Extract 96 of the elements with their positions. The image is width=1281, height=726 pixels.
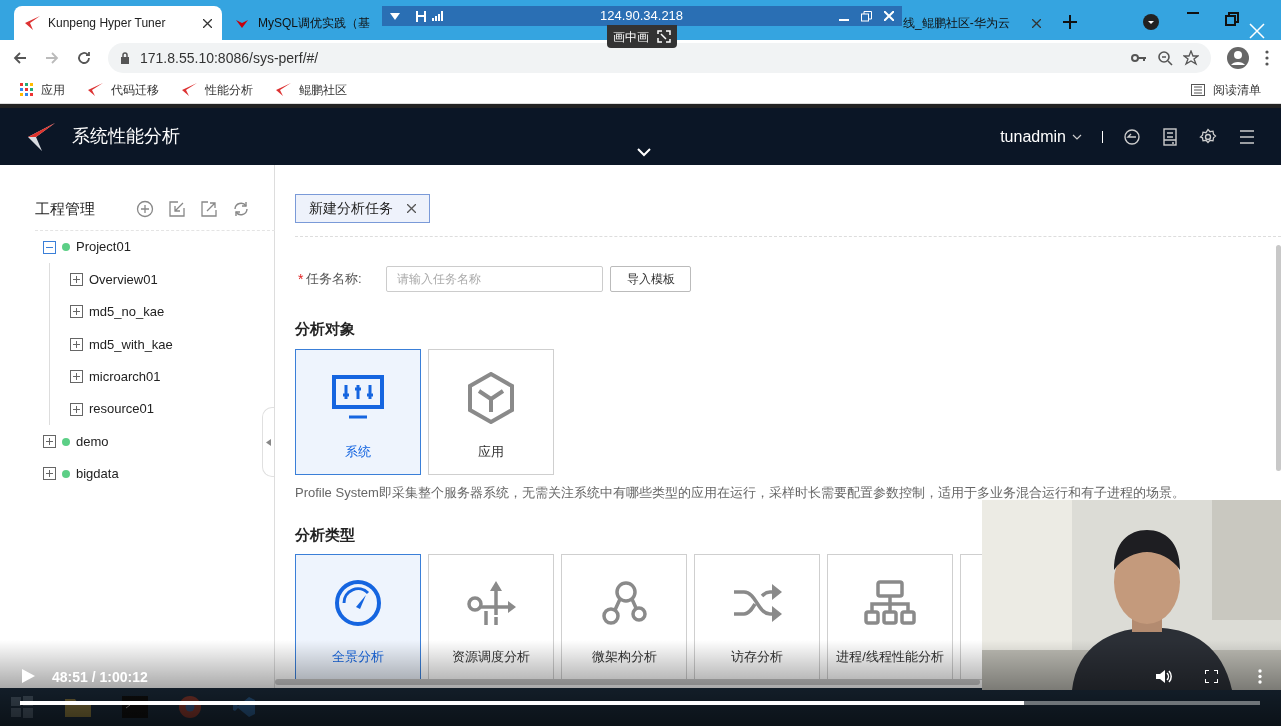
caret-icon[interactable] xyxy=(390,12,400,20)
expand-icon[interactable] xyxy=(70,370,83,384)
more-icon[interactable] xyxy=(1265,50,1269,66)
pip-icon xyxy=(657,30,671,43)
address-bar[interactable]: 171.8.55.10:8086/sys-perf/#/ xyxy=(108,43,1211,73)
video-time: 48:51 / 1:00:12 xyxy=(52,668,148,687)
chevron-down-icon[interactable] xyxy=(637,148,651,157)
option-card[interactable]: 应用 xyxy=(428,348,554,475)
tree-item[interactable]: bigdata xyxy=(76,464,119,484)
option-card[interactable]: 微架构分析 xyxy=(561,553,687,680)
fullscreen-icon[interactable] xyxy=(1205,670,1218,683)
menu-icon[interactable] xyxy=(1239,129,1255,144)
collapse-handle[interactable] xyxy=(262,407,274,477)
bookmark[interactable]: 鲲鹏社区 xyxy=(275,80,347,99)
section-heading: 分析类型 xyxy=(295,525,356,545)
more-icon[interactable] xyxy=(1258,669,1262,684)
cube-icon xyxy=(467,371,515,424)
tree-item[interactable]: Overview01 xyxy=(89,269,158,290)
import-template-button[interactable]: 导入模板 xyxy=(610,266,691,292)
restore-icon[interactable] xyxy=(861,10,872,22)
video-progress-bar[interactable] xyxy=(20,701,1260,705)
back-icon[interactable] xyxy=(12,50,28,66)
app-title: 系统性能分析 xyxy=(72,125,180,148)
add-icon[interactable] xyxy=(136,200,154,218)
tree-item[interactable]: md5_with_kae xyxy=(89,334,173,355)
tree-item[interactable]: resource01 xyxy=(89,399,155,419)
bookmark[interactable]: 应用 xyxy=(20,80,65,99)
expand-icon[interactable] xyxy=(70,337,83,351)
reload-icon[interactable] xyxy=(76,50,92,66)
task-name-field[interactable]: 请输入任务名称 xyxy=(386,266,603,292)
volume-icon[interactable] xyxy=(1156,669,1173,684)
browser-tab[interactable]: 线_鲲鹏社区-华为云 xyxy=(901,6,1051,40)
logo-icon xyxy=(26,122,56,151)
logo-icon xyxy=(275,83,291,96)
star-icon[interactable] xyxy=(1183,50,1199,66)
monitor-icon xyxy=(332,374,384,421)
lock-icon xyxy=(120,52,130,64)
user-menu[interactable]: tunadmin xyxy=(1000,124,1082,149)
tree-item[interactable]: md5_no_kae xyxy=(89,302,165,322)
tree-item[interactable]: demo xyxy=(76,431,109,452)
tab-search-icon[interactable] xyxy=(1143,14,1159,30)
expand-icon[interactable] xyxy=(43,435,56,449)
new-tab-icon[interactable] xyxy=(1063,15,1077,29)
browser-tab[interactable]: Kunpeng Hyper Tuner xyxy=(14,6,222,40)
chevron-down-icon xyxy=(1072,133,1082,140)
profile-icon[interactable] xyxy=(1227,47,1249,69)
expand-icon[interactable] xyxy=(70,273,83,287)
option-card[interactable]: 资源调度分析 xyxy=(428,553,554,680)
list-icon xyxy=(1191,83,1205,96)
option-card[interactable]: 访存分析 xyxy=(694,553,820,680)
section-heading: 分析对象 xyxy=(295,319,356,339)
browser-tab[interactable]: MySQL调优实践（基 xyxy=(224,6,380,40)
host-address: 124.90.34.218 xyxy=(599,7,684,26)
required-icon: * xyxy=(298,268,306,290)
close-icon[interactable] xyxy=(203,18,212,28)
restore-icon[interactable] xyxy=(1225,12,1239,26)
bookmark[interactable]: 性能分析 xyxy=(181,80,253,99)
option-card[interactable]: 全景分析 xyxy=(295,553,421,680)
url-text: 171.8.55.10:8086/sys-perf/#/ xyxy=(140,48,319,68)
settings-icon[interactable] xyxy=(1199,127,1217,146)
reading-list-button[interactable]: 阅读清单 xyxy=(1191,80,1261,99)
collapse-icon[interactable] xyxy=(43,240,56,254)
status-dot xyxy=(62,243,70,252)
nodes-icon xyxy=(601,579,647,626)
signal-icon xyxy=(432,11,444,21)
status-dot xyxy=(62,469,70,478)
export-icon[interactable] xyxy=(200,200,218,218)
zoom-icon[interactable] xyxy=(1157,50,1173,66)
refresh-icon[interactable] xyxy=(232,200,250,218)
gauge-icon xyxy=(334,578,382,627)
logo-icon xyxy=(181,83,197,96)
logout-icon[interactable] xyxy=(1123,127,1141,146)
expand-icon[interactable] xyxy=(43,467,56,481)
key-icon[interactable] xyxy=(1131,53,1147,63)
picture-in-picture-button[interactable]: 画中画 xyxy=(607,25,677,48)
field-label: 任务名称: xyxy=(306,270,363,289)
close-icon[interactable] xyxy=(407,204,416,213)
expand-icon[interactable] xyxy=(70,305,83,319)
expand-icon[interactable] xyxy=(70,402,83,416)
open-tab[interactable]: 新建分析任务 xyxy=(295,194,430,223)
option-card[interactable]: 系统 xyxy=(295,348,421,475)
hierarchy-icon xyxy=(864,579,916,626)
option-card[interactable]: 进程/线程性能分析 xyxy=(827,553,953,680)
logo-icon xyxy=(87,83,103,96)
tree-item[interactable]: microarch01 xyxy=(89,367,161,387)
logo-icon xyxy=(24,16,40,30)
description-text: Profile System即采集整个服务器系统，无需关注系统中有哪些类型的应用在运行，采样时长需要配置参数控制，适用于多业务混合运行和有子进程的场景。 xyxy=(295,483,1186,502)
document-icon[interactable] xyxy=(1163,127,1177,146)
tree-item[interactable]: Project01 xyxy=(76,237,131,257)
apps-grid-icon xyxy=(20,83,33,96)
status-dot xyxy=(62,437,70,446)
sidebar-title: 工程管理 xyxy=(35,198,95,219)
bookmark[interactable]: 代码迁移 xyxy=(87,80,159,99)
shuffle-icon xyxy=(732,581,782,624)
import-icon[interactable] xyxy=(168,200,186,218)
caret-icon xyxy=(266,438,271,446)
